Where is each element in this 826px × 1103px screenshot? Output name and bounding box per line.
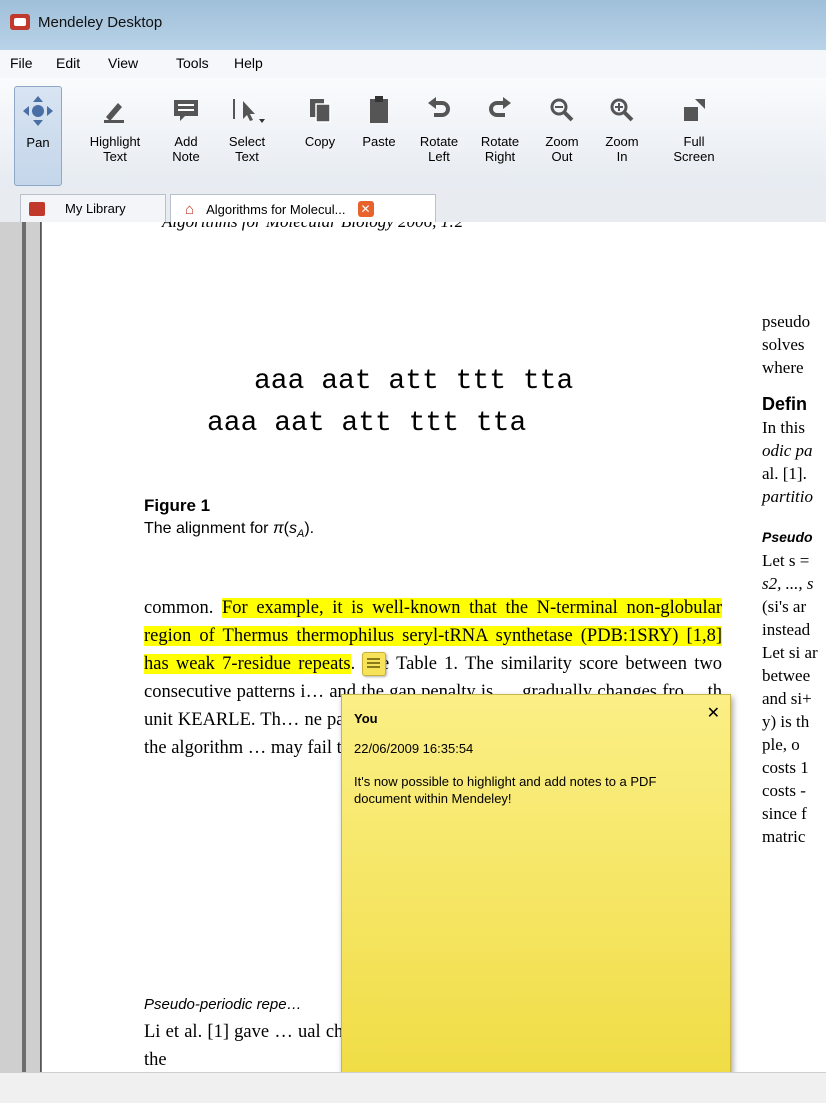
pan-icon bbox=[15, 87, 61, 135]
rotate-right-icon bbox=[474, 86, 526, 134]
right-line: and si+ bbox=[762, 689, 812, 708]
page-gutter bbox=[0, 222, 41, 1072]
menu-bar: File Edit View Tools Help bbox=[0, 50, 826, 79]
note-author: You bbox=[354, 711, 378, 726]
add-note-label: Add Note bbox=[172, 134, 200, 164]
para1-lead: common. bbox=[144, 598, 222, 618]
rotate-right-button[interactable]: Rotate Right bbox=[474, 86, 526, 184]
select-text-button[interactable]: Select Text bbox=[214, 86, 280, 184]
tab-bar: My Library ⌂ Algorithms for Molecul... ✕ bbox=[0, 188, 826, 223]
mendeley-logo-icon bbox=[10, 14, 30, 30]
rotate-right-label: Rotate Right bbox=[480, 134, 520, 164]
right-line: instead bbox=[762, 620, 811, 639]
menu-view[interactable]: View bbox=[108, 55, 138, 71]
right-line: matric bbox=[762, 827, 806, 846]
pdf-icon: ⌂ bbox=[185, 200, 195, 218]
toolbar: Pan Highlight Text Add Note Select Text … bbox=[0, 78, 826, 189]
zoom-in-button[interactable]: Zoom In bbox=[600, 86, 644, 184]
menu-edit[interactable]: Edit bbox=[56, 55, 80, 71]
right-subheading: Pseudo bbox=[762, 529, 813, 545]
zoom-out-label: Zoom Out bbox=[545, 134, 579, 164]
right-line: y) is th bbox=[762, 712, 810, 731]
menu-tools[interactable]: Tools bbox=[176, 55, 209, 71]
right-line: betwee bbox=[762, 666, 811, 685]
menu-file[interactable]: File bbox=[10, 55, 33, 71]
tab-document-label: Algorithms for Molecul... bbox=[206, 201, 346, 217]
paste-button[interactable]: Paste bbox=[356, 86, 402, 184]
note-popup[interactable]: You ✕ 22/06/2009 16:35:54 It's now possi… bbox=[341, 694, 731, 1074]
right-line: costs - bbox=[762, 781, 806, 800]
full-screen-label: Full Screen bbox=[673, 134, 715, 164]
figure-caption: The alignment for π(sA). bbox=[144, 520, 315, 541]
right-heading: Defin bbox=[762, 394, 807, 414]
fullscreen-icon bbox=[664, 86, 724, 134]
right-line: pseudo bbox=[762, 312, 811, 331]
right-line: Let s = bbox=[762, 551, 810, 570]
copy-label: Copy bbox=[304, 134, 336, 149]
zoom-in-label: Zoom In bbox=[605, 134, 639, 164]
zoom-in-icon bbox=[600, 86, 644, 134]
right-line: costs 1 bbox=[762, 758, 809, 777]
alignment-line-1: aaa aat att ttt tta bbox=[254, 366, 574, 397]
library-icon bbox=[29, 201, 45, 216]
zoom-out-button[interactable]: Zoom Out bbox=[540, 86, 584, 184]
right-column: pseudo solves where Defin In this odic p… bbox=[762, 310, 826, 848]
rotate-left-icon bbox=[414, 86, 464, 134]
tab-my-library-label: My Library bbox=[65, 201, 126, 216]
full-screen-button[interactable]: Full Screen bbox=[664, 86, 724, 184]
copy-button[interactable]: Copy bbox=[296, 86, 344, 184]
title-bar: Mendeley Desktop bbox=[0, 0, 826, 51]
rotate-left-button[interactable]: Rotate Left bbox=[414, 86, 464, 184]
right-line: s2, ..., s bbox=[762, 574, 814, 593]
pan-button[interactable]: Pan bbox=[14, 86, 62, 186]
add-note-button[interactable]: Add Note bbox=[164, 86, 208, 184]
right-line: where bbox=[762, 358, 804, 377]
cursor-icon bbox=[214, 86, 280, 134]
right-line: (si's ar bbox=[762, 597, 807, 616]
right-line: solves bbox=[762, 335, 805, 354]
highlight-icon bbox=[80, 86, 150, 134]
right-line: since f bbox=[762, 804, 807, 823]
paste-label: Paste bbox=[362, 134, 396, 149]
menu-help[interactable]: Help bbox=[234, 55, 263, 71]
tab-document[interactable]: ⌂ Algorithms for Molecul... ✕ bbox=[170, 194, 436, 223]
window-title: Mendeley Desktop bbox=[38, 14, 163, 31]
right-line: odic pa bbox=[762, 441, 813, 460]
right-line: In this bbox=[762, 418, 805, 437]
copy-icon bbox=[296, 86, 344, 134]
rotate-left-label: Rotate Left bbox=[419, 134, 459, 164]
note-marker-icon[interactable] bbox=[362, 652, 386, 676]
highlight-text-label: Highlight Text bbox=[89, 134, 141, 164]
note-text[interactable]: It's now possible to highlight and add n… bbox=[354, 773, 704, 807]
close-note-icon[interactable]: ✕ bbox=[707, 703, 720, 722]
tab-my-library[interactable]: My Library bbox=[20, 194, 166, 222]
paste-icon bbox=[356, 86, 402, 134]
subheading-pseudo-periodic: Pseudo-periodic repe… bbox=[144, 996, 302, 1013]
right-line: al. [1]. bbox=[762, 464, 807, 483]
close-tab-icon[interactable]: ✕ bbox=[357, 201, 374, 217]
right-line: ple, o bbox=[762, 735, 800, 754]
note-icon bbox=[164, 86, 208, 134]
right-line: partitio bbox=[762, 487, 814, 506]
alignment-line-2: aaa aat att ttt tta bbox=[207, 408, 527, 439]
right-line: Let si ar bbox=[762, 643, 818, 662]
select-text-label: Select Text bbox=[228, 134, 266, 164]
highlight-text-button[interactable]: Highlight Text bbox=[80, 86, 150, 184]
note-timestamp: 22/06/2009 16:35:54 bbox=[354, 741, 474, 756]
zoom-out-icon bbox=[540, 86, 584, 134]
figure-label: Figure 1 bbox=[144, 496, 211, 515]
status-bar bbox=[0, 1072, 826, 1103]
pan-label: Pan bbox=[26, 135, 50, 150]
running-header: Algorithms for Molecular Biology 2006, 1… bbox=[162, 222, 463, 232]
